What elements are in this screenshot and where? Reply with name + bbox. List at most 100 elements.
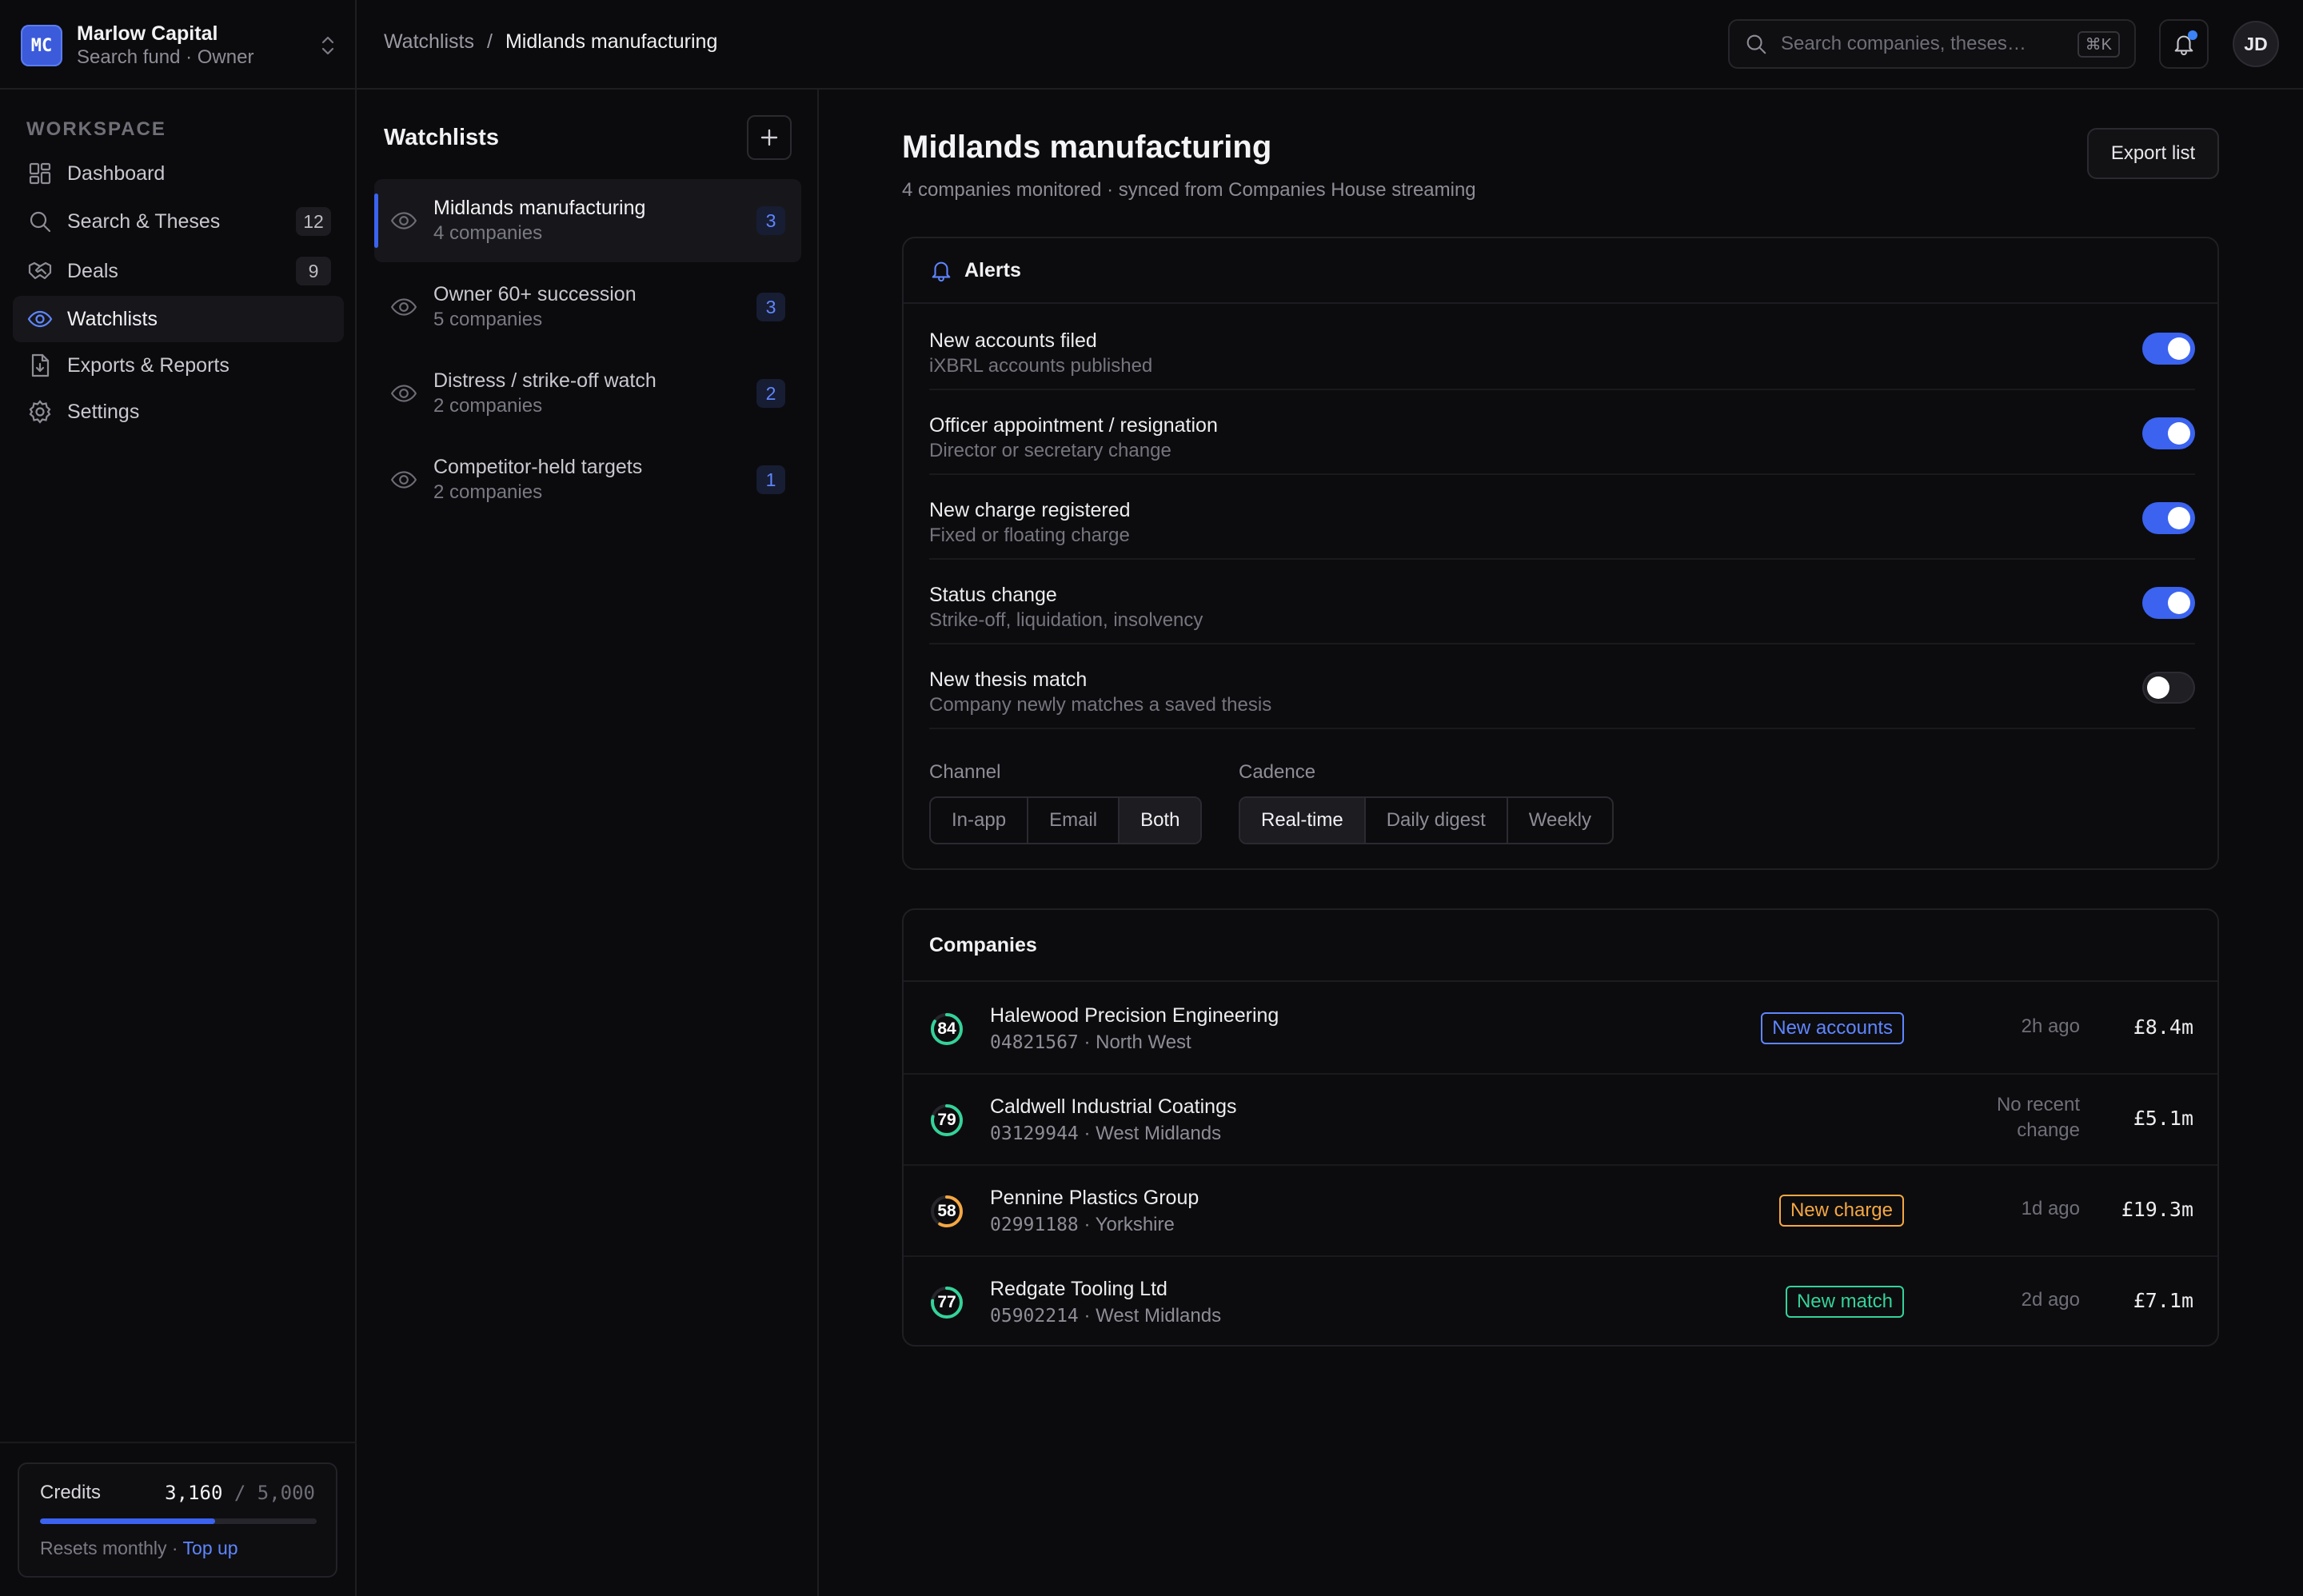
company-meta: 03129944 · West Midlands [990,1123,1221,1145]
company-row[interactable]: 77 Redgate Tooling Ltd 05902214 · West M… [904,1257,2217,1348]
credits-progress [40,1518,317,1524]
section-label: WORKSPACE [26,118,166,140]
eye-icon [390,380,417,407]
breadcrumb-link[interactable]: Watchlists [384,30,474,54]
search-icon [1744,32,1768,56]
divider [0,88,357,90]
score-value: 77 [937,1293,956,1311]
sidebar-item-settings[interactable]: Settings [13,389,344,435]
credits-used: 3,160 [165,1482,223,1504]
channel-option-in-app[interactable]: In-app [931,798,1029,843]
page-subtitle: 4 companies monitored · synced from Comp… [902,179,1476,201]
channel-label: Channel [929,761,1001,783]
file-export-icon [27,353,53,378]
watchlist-item[interactable]: Owner 60+ succession 5 companies 3 [374,265,801,349]
shortcut-hint: ⌘K [2077,30,2120,58]
watchlists-panel: Watchlists Midlands manufacturing 4 compa… [357,90,819,1596]
score-value: 58 [937,1202,956,1220]
count-badge: 12 [296,207,331,236]
notification-dot [2188,30,2197,40]
org-switcher[interactable]: MC Marlow Capital Search fund · Owner [21,22,337,69]
watchlist-count: 2 companies [433,395,543,417]
chevron-up-down-icon [318,34,337,57]
alert-row: Officer appointment / resignation Direct… [929,390,2195,475]
channel-option-email[interactable]: Email [1028,798,1120,843]
alert-name: New accounts filed [929,329,1097,352]
org-avatar: MC [21,25,62,66]
company-value: £5.1m [2133,1107,2193,1130]
alert-toggle[interactable] [2142,333,2195,365]
watchlist-count: 2 companies [433,481,543,503]
notifications-button[interactable] [2159,19,2209,69]
alert-count-badge: 2 [756,379,785,408]
sidebar-item-exports-reports[interactable]: Exports & Reports [13,342,344,389]
alert-count-badge: 3 [756,206,785,235]
score-value: 84 [937,1019,956,1038]
cadence-label: Cadence [1239,761,1316,783]
sidebar-item-label: Search & Theses [67,209,221,233]
company-row[interactable]: 58 Pennine Plastics Group 02991188 · Yor… [904,1166,2217,1257]
eye-icon [390,293,417,321]
global-search[interactable]: ⌘K [1728,19,2136,69]
user-avatar[interactable]: JD [2233,21,2279,67]
company-region: · Yorkshire [1084,1214,1175,1235]
alert-count-badge: 3 [756,293,785,321]
last-change: 2h ago [2021,1015,2080,1037]
search-input[interactable] [1781,33,2077,55]
sidebar-item-dashboard[interactable]: Dashboard [13,150,344,197]
watchlist-name: Competitor-held targets [433,456,643,478]
alert-toggle[interactable] [2142,417,2195,449]
company-name: Caldwell Industrial Coatings [990,1095,1237,1118]
add-watchlist-button[interactable] [747,115,792,160]
alert-toggle[interactable] [2142,587,2195,619]
top-up-link[interactable]: Top up [183,1538,238,1558]
alert-toggle[interactable] [2142,672,2195,704]
cadence-option-daily-digest[interactable]: Daily digest [1366,798,1508,843]
watchlist-item[interactable]: Midlands manufacturing 4 companies 3 [374,179,801,262]
gear-icon [27,399,53,425]
alert-toggle[interactable] [2142,502,2195,534]
company-row[interactable]: 84 Halewood Precision Engineering 048215… [904,984,2217,1075]
export-list-button[interactable]: Export list [2087,128,2219,179]
company-value: £7.1m [2133,1289,2193,1312]
bell-icon [929,258,953,282]
company-value: £8.4m [2133,1015,2193,1039]
eye-icon [390,466,417,493]
channel-selector: In-app Email Both [929,796,1203,844]
company-meta: 05902214 · West Midlands [990,1305,1221,1327]
companies-card: Companies 84 Halewood Precision Engineer… [902,908,2219,1347]
channel-option-both[interactable]: Both [1120,798,1201,843]
last-change: 1d ago [2021,1198,2080,1219]
cadence-option-real-time[interactable]: Real-time [1240,798,1366,843]
sidebar-item-search-theses[interactable]: Search & Theses 12 [13,198,344,245]
page-title: Midlands manufacturing [902,130,1272,165]
eye-icon [390,207,417,234]
divider [0,1442,357,1443]
cadence-option-weekly[interactable]: Weekly [1508,798,1612,843]
alert-name: Status change [929,584,1057,606]
toggle-knob [2168,422,2190,445]
watchlist-item[interactable]: Distress / strike-off watch 2 companies 2 [374,352,801,435]
company-number: 05902214 [990,1306,1079,1327]
watchlist-item[interactable]: Competitor-held targets 2 companies 1 [374,438,801,521]
credits-value: 3,160 / 5,000 [165,1482,315,1504]
sidebar-item-watchlists[interactable]: Watchlists [13,296,344,342]
handshake-icon [27,258,53,284]
alert-description: Company newly matches a saved thesis [929,694,1272,716]
sidebar-item-label: Deals [67,259,118,282]
sidebar-item-deals[interactable]: Deals 9 [13,248,344,294]
credits-card: Credits 3,160 / 5,000 Resets monthly · T… [18,1462,337,1578]
credits-note: Resets monthly · Top up [40,1538,238,1559]
sidebar-item-label: Watchlists [67,307,158,330]
org-subtitle: Search fund · Owner [77,46,254,68]
change-tag: New accounts [1761,1012,1904,1044]
credits-reset-note: Resets monthly · [40,1538,178,1558]
watchlist-name: Distress / strike-off watch [433,369,657,392]
org-name: Marlow Capital [77,22,218,45]
company-row[interactable]: 79 Caldwell Industrial Coatings 03129944… [904,1075,2217,1166]
cadence-selector: Real-time Daily digest Weekly [1239,796,1614,844]
company-number: 02991188 [990,1215,1079,1235]
company-name: Pennine Plastics Group [990,1187,1199,1209]
score-ring: 58 [929,1194,964,1229]
watchlist-count: 5 companies [433,309,543,330]
